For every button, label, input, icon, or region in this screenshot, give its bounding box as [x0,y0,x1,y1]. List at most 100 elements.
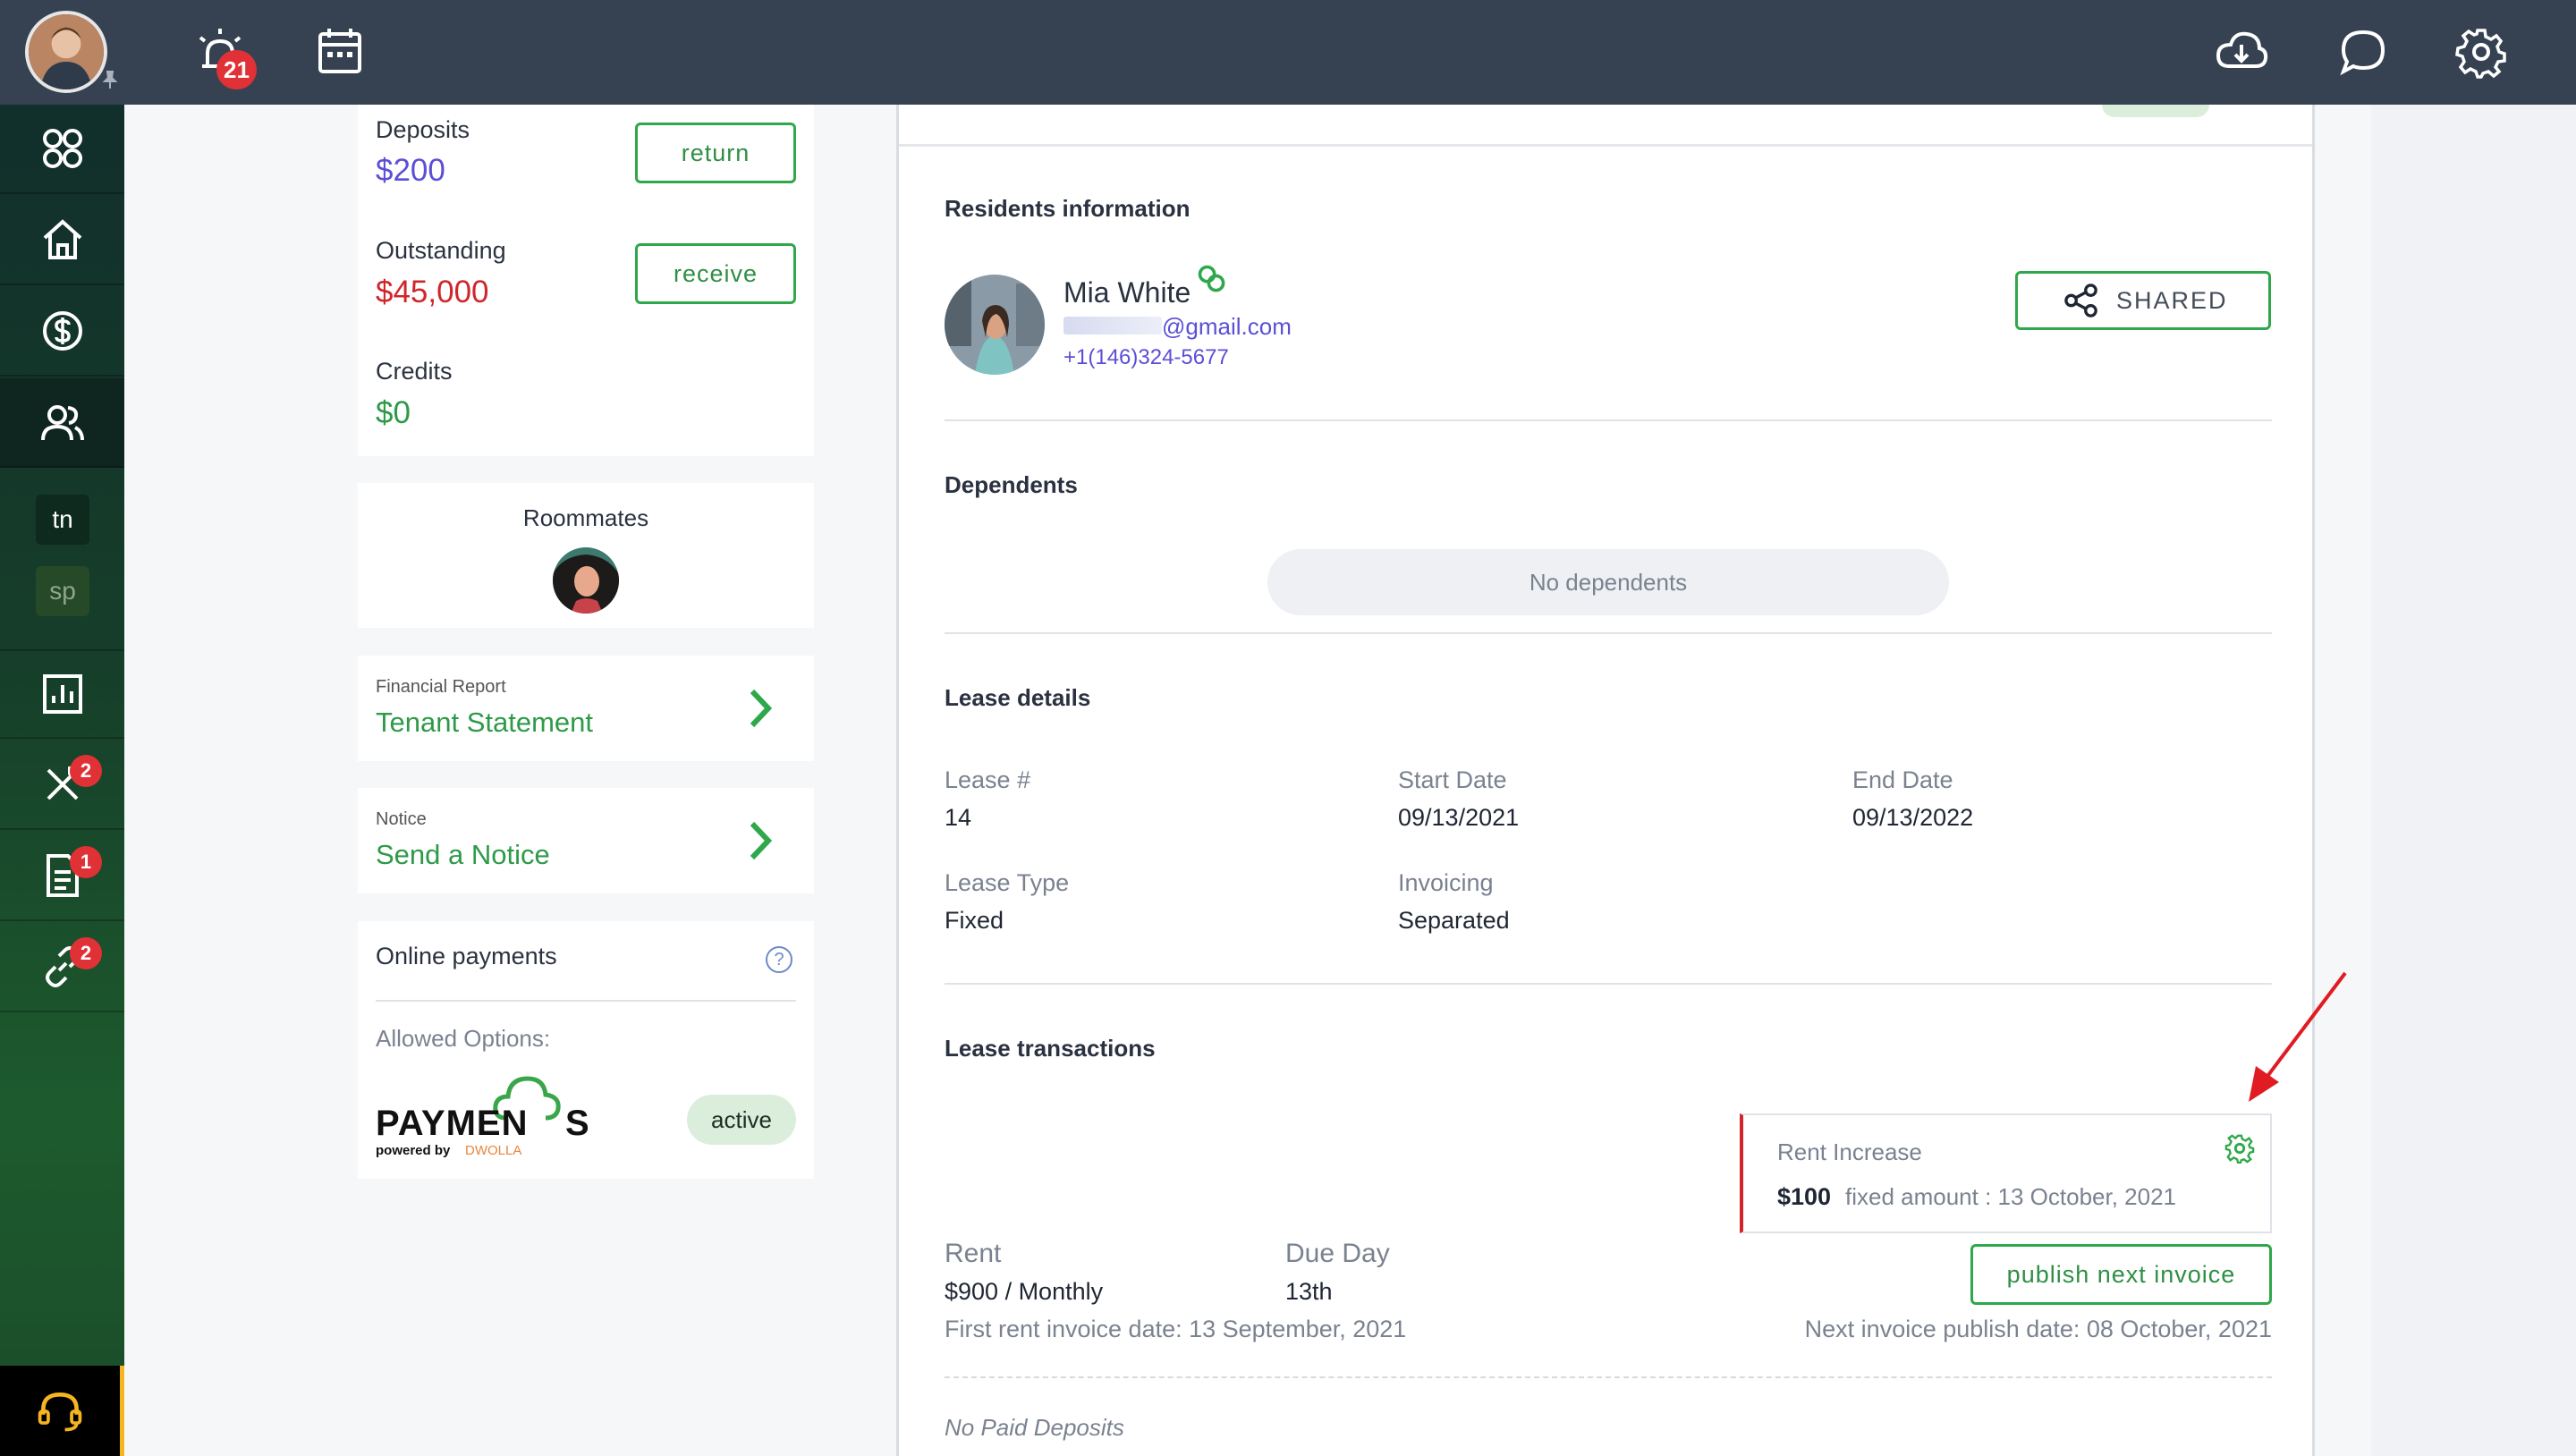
no-dependents-pill: No dependents [1267,549,1949,615]
sidebar-item-maintenance[interactable]: 2 [0,741,124,830]
online-payments-card: Online payments ? Allowed Options: PAYME… [358,921,814,1179]
shared-button-label: SHARED [2116,286,2228,314]
property-tn[interactable]: tn [36,495,89,545]
due-day-label: Due Day [1285,1239,1390,1268]
send-notice-link[interactable]: Send a Notice [376,839,550,871]
financial-report-caption: Financial Report [376,677,506,697]
receive-button[interactable]: receive [635,243,796,304]
rent-increase-label: Rent Increase [1777,1139,1922,1165]
maintenance-badge: 2 [70,755,102,787]
sidebar: tn sp 2 1 2 [0,105,124,1456]
lease-transactions-title: Lease transactions [945,1035,1156,1062]
chat-icon[interactable] [2336,25,2390,79]
outstanding-value: $45,000 [376,275,489,309]
notice-card[interactable]: Notice Send a Notice [358,788,814,893]
rent-increase-amount: $100 [1777,1183,1832,1210]
financial-report-card[interactable]: Financial Report Tenant Statement [358,656,814,761]
sidebar-item-documents[interactable]: 1 [0,832,124,921]
allowed-options-label: Allowed Options: [376,1025,551,1052]
lease-divider [945,983,2272,985]
sidebar-item-tenants[interactable] [0,378,124,468]
no-paid-deposits: No Paid Deposits [945,1414,1124,1441]
top-header-divider [899,144,2312,147]
apps-grid-icon [42,129,82,168]
top-tab-stub [2102,105,2209,117]
next-invoice-publish-date: Next invoice publish date: 08 October, 2… [1804,1316,2272,1342]
alerts-button[interactable]: 21 [193,25,265,97]
online-payments-title: Online payments [376,943,557,969]
sidebar-item-dashboard[interactable] [0,105,124,194]
return-button[interactable]: return [635,123,796,183]
deposits-label: Deposits [376,116,470,143]
lease-type-label: Lease Type [945,869,1070,896]
due-day-value: 13th [1285,1278,1333,1305]
chevron-right-icon [750,689,773,728]
resident-email[interactable]: @gmail.com [1162,313,1292,341]
sidebar-item-links[interactable]: 2 [0,923,124,1012]
calendar-icon[interactable] [313,25,367,79]
links-badge: 2 [70,937,102,969]
roommate-avatar[interactable] [553,547,619,614]
resident-avatar-image [945,275,1045,375]
publish-next-invoice-button[interactable]: publish next invoice [1970,1244,2272,1305]
share-icon [2064,284,2097,317]
resident-name: Mia White [1063,276,1191,309]
email-redacted [1063,317,1162,334]
payments-logo-dwolla: DWOLLA [465,1143,522,1158]
notice-caption: Notice [376,809,427,829]
rent-increase-detail: fixed amount : 13 October, 2021 [1845,1183,2177,1210]
linked-account-icon [1198,265,1225,292]
documents-badge: 1 [70,846,102,878]
deposits-value: $200 [376,153,445,188]
lease-type-value: Fixed [945,907,1004,934]
outstanding-label: Outstanding [376,237,506,264]
property-tn-label: tn [52,505,73,533]
start-date-label: Start Date [1398,766,1507,793]
online-payments-divider [376,1000,796,1002]
lease-number-label: Lease # [945,766,1031,793]
lease-details-title: Lease details [945,684,1091,711]
user-avatar-image [29,14,104,89]
roommate-avatar-image [553,547,619,614]
top-bar: 21 [0,0,2576,105]
alerts-badge: 21 [216,50,257,89]
settings-gear-icon[interactable] [2454,25,2508,79]
sidebar-item-home[interactable] [0,196,124,285]
tenant-detail-panel: Residents information Mia White @gmail.c… [896,105,2347,1456]
gear-icon [2224,1134,2255,1164]
dependents-title: Dependents [945,471,1078,498]
end-date-value: 09/13/2022 [1852,804,1974,831]
payments-logo-text-left: PAYMEN [376,1104,529,1143]
invoicing-value: Separated [1398,907,1510,934]
resident-avatar[interactable] [945,275,1045,375]
sidebar-item-payments[interactable] [0,287,124,377]
home-icon [43,219,81,259]
user-avatar[interactable] [25,11,107,93]
cloud-download-icon[interactable] [2215,25,2268,79]
support-button[interactable] [0,1366,124,1456]
users-icon [40,405,84,441]
lease-number-value: 14 [945,804,972,831]
tenant-statement-link[interactable]: Tenant Statement [376,707,593,739]
property-sp[interactable]: sp [36,566,89,616]
help-icon[interactable]: ? [766,946,792,973]
start-date-value: 09/13/2021 [1398,804,1520,831]
sidebar-item-reports[interactable] [0,649,124,739]
chevron-right-icon [750,821,773,860]
payments-status-badge: active [687,1095,796,1145]
help-icon-glyph: ? [774,949,784,969]
credits-label: Credits [376,358,453,385]
rent-increase-settings-icon[interactable] [2224,1133,2257,1165]
credits-value: $0 [376,395,411,430]
end-date-label: End Date [1852,766,1953,793]
roommates-title: Roommates [522,504,649,531]
roommates-card: Roommates [358,483,814,628]
rent-label: Rent [945,1239,1002,1268]
resident-phone[interactable]: +1(146)324-5677 [1063,345,1229,370]
rent-value: $900 / Monthly [945,1278,1104,1305]
balances-card: Deposits $200 return Outstanding $45,000… [358,105,814,456]
deposits-dashed-divider [945,1376,2272,1378]
residents-title: Residents information [945,195,1191,222]
pin-icon [102,71,118,89]
shared-button[interactable]: SHARED [2015,271,2271,330]
